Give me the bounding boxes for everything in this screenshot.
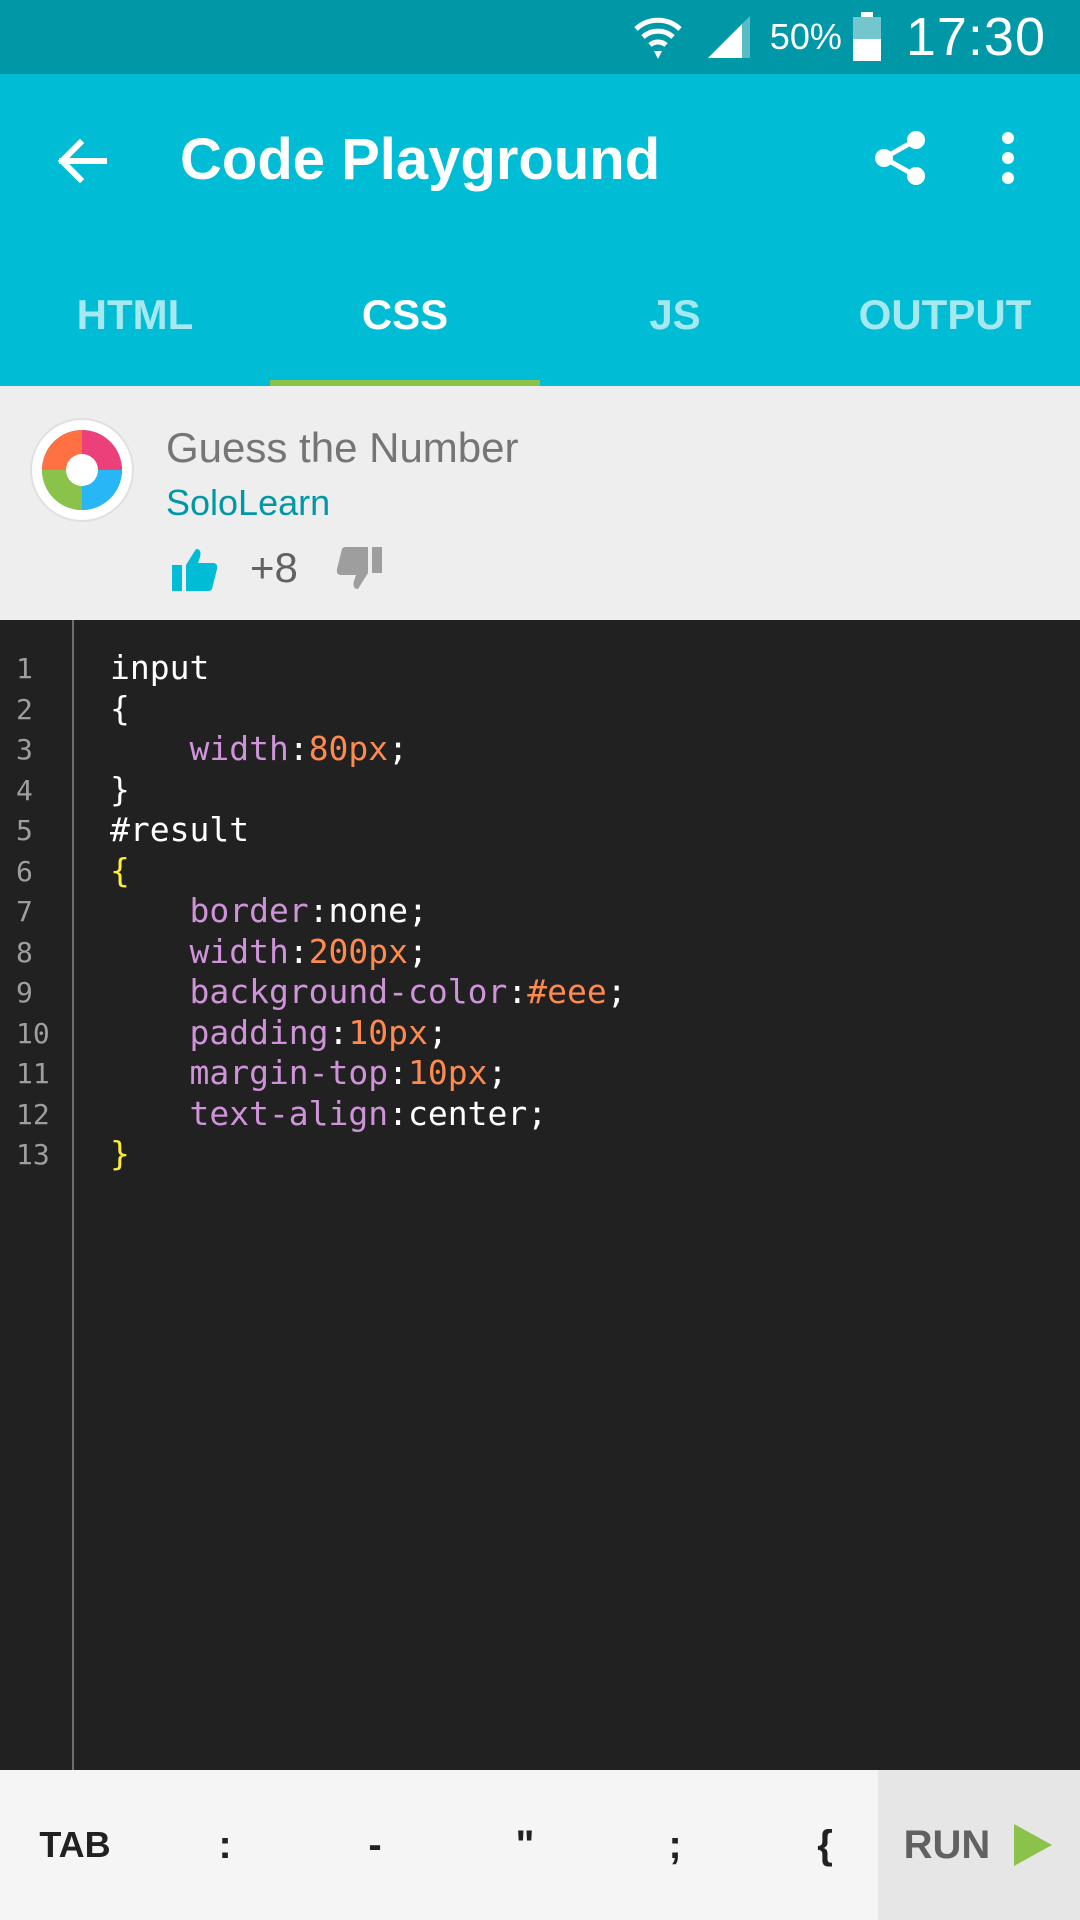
battery-percent: 50% — [769, 16, 842, 57]
code-title: Guess the Number — [166, 424, 519, 471]
code-token: : — [328, 1012, 349, 1052]
code-line: margin-top:10px; — [110, 1053, 507, 1092]
code-line: width:200px; — [110, 931, 428, 971]
line-number: 6 — [16, 854, 33, 888]
code-token: ; — [408, 931, 428, 971]
signal-icon — [706, 14, 752, 60]
code-info-panel: Guess the Number SoloLearn +8 — [0, 386, 1080, 620]
line-number: 8 — [16, 935, 33, 969]
code-line: #result — [110, 810, 249, 849]
code-token: #result — [110, 810, 250, 849]
more-vert-icon — [1002, 132, 1014, 184]
line-number: 13 — [16, 1138, 50, 1171]
run-button[interactable]: RUN — [878, 1770, 1080, 1920]
line-number: 3 — [16, 733, 33, 766]
thumbs-down-icon — [336, 547, 382, 589]
key-colon[interactable]: : — [150, 1770, 300, 1920]
wifi-icon — [632, 11, 684, 63]
play-icon — [1014, 1824, 1053, 1866]
code-token: width — [110, 931, 289, 971]
code-token: border — [110, 891, 309, 930]
status-bar: 50% 17:30 — [0, 0, 1080, 74]
shortcut-keybar: TAB : - " ; { RUN — [0, 1770, 1080, 1920]
code-token: : — [507, 972, 528, 1011]
sololearn-logo-icon — [42, 430, 122, 510]
line-number: 4 — [16, 773, 33, 807]
code-line: { — [110, 851, 130, 890]
code-token: } — [110, 1134, 130, 1173]
code-token: } — [110, 769, 130, 809]
line-number: 1 — [16, 652, 33, 685]
code-token: 200px — [308, 931, 409, 971]
code-token: 10px — [348, 1012, 428, 1052]
battery-icon — [852, 12, 882, 62]
code-line: border:none; — [110, 891, 428, 930]
code-token: ; — [606, 972, 627, 1011]
code-token: :center; — [388, 1093, 548, 1133]
arrow-left-icon — [57, 138, 107, 184]
code-token: : — [388, 1053, 409, 1092]
line-number-gutter: 1 2 3 4 5 6 7 8 9 10 11 12 13 — [0, 620, 74, 1770]
code-token: #eee — [527, 972, 607, 1011]
code-token: ; — [388, 729, 409, 768]
code-token: 10px — [408, 1053, 488, 1092]
code-line: { — [110, 689, 130, 728]
code-line: padding:10px; — [110, 1012, 448, 1052]
code-token: background-color — [110, 972, 508, 1011]
line-number: 11 — [16, 1057, 50, 1090]
author-link[interactable]: SoloLearn — [166, 482, 330, 524]
downvote-button[interactable] — [334, 544, 384, 594]
key-dash[interactable]: - — [300, 1770, 450, 1920]
line-number: 7 — [16, 895, 33, 928]
code-editor[interactable]: 1 2 3 4 5 6 7 8 9 10 11 12 13 input{ width:80px;} #re… — [0, 620, 1080, 1770]
avatar[interactable] — [30, 418, 134, 522]
line-number: 9 — [16, 976, 33, 1009]
thumbs-up-icon — [172, 549, 218, 591]
back-button[interactable] — [50, 129, 114, 193]
line-number: 2 — [16, 692, 33, 726]
share-button[interactable] — [868, 126, 932, 190]
share-icon — [875, 131, 925, 185]
code-token: 80px — [308, 729, 389, 768]
line-number: 12 — [16, 1097, 50, 1131]
code-token: { — [110, 688, 130, 728]
line-number: 10 — [16, 1016, 50, 1050]
code-line: } — [110, 1134, 130, 1173]
tab-js[interactable]: JS — [540, 244, 810, 386]
upvote-button[interactable] — [170, 544, 220, 594]
code-token: :none; — [308, 891, 428, 930]
tab-output[interactable]: OUTPUT — [810, 244, 1080, 386]
code-token: margin-top — [110, 1053, 389, 1092]
code-token: ; — [487, 1053, 508, 1092]
more-options-button[interactable] — [978, 126, 1038, 190]
code-line: input — [110, 648, 209, 687]
tab-bar: HTML CSS JS OUTPUT — [0, 244, 1080, 386]
code-token: : — [288, 931, 309, 971]
tab-html[interactable]: HTML — [0, 244, 270, 386]
key-tab[interactable]: TAB — [0, 1770, 150, 1920]
code-token: width — [110, 729, 289, 768]
run-label: RUN — [903, 1822, 991, 1867]
tab-css[interactable]: CSS — [270, 244, 540, 386]
line-number: 5 — [16, 814, 33, 847]
code-line: } — [110, 770, 130, 809]
code-token: input — [110, 648, 210, 687]
code-line: background-color:#eee; — [110, 972, 627, 1011]
clock: 17:30 — [905, 7, 1046, 67]
page-title: Code Playground — [180, 127, 661, 192]
code-line: text-align:center; — [110, 1094, 547, 1133]
app-bar: Code Playground HTML CSS JS OUTPUT — [0, 74, 1080, 386]
vote-count: +8 — [250, 544, 298, 591]
code-token: : — [288, 729, 309, 768]
key-semicolon[interactable]: ; — [600, 1770, 750, 1920]
key-quote[interactable]: " — [450, 1770, 600, 1920]
code-token: text-align — [110, 1093, 389, 1133]
code-token: ; — [427, 1012, 448, 1052]
code-token: { — [110, 850, 130, 890]
code-line: width:80px; — [110, 729, 408, 768]
code-token: padding — [110, 1012, 329, 1052]
toolbar: Code Playground — [0, 74, 1080, 244]
